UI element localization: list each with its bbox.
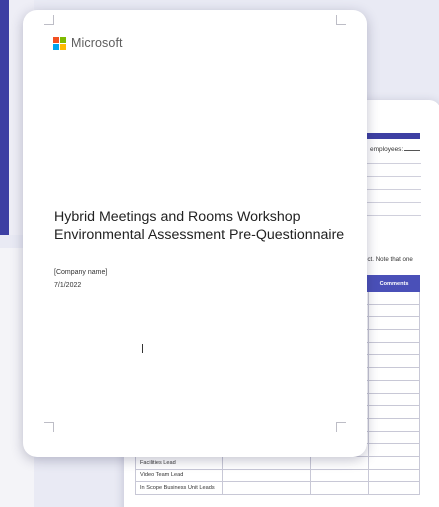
table-cell[interactable] [368,379,420,394]
document-title-line-1: Hybrid Meetings and Rooms Workshop [54,209,301,225]
table-cell[interactable] [368,392,420,407]
table-cell[interactable] [368,341,420,356]
table-cell[interactable] [310,468,370,483]
crop-mark-top-left [44,15,54,25]
instruction-note-text: ect. Note that one [364,256,413,263]
table-cell[interactable] [221,481,312,495]
logo-square-red [53,36,59,43]
document-date: 7/1/2022 [54,282,82,289]
logo-square-green [60,36,66,43]
table-cell[interactable] [368,329,420,343]
form-line [363,202,421,203]
table-cell[interactable]: Facilities Lead [135,455,223,470]
logo-square-yellow [60,43,66,50]
table-cell[interactable] [368,405,420,419]
form-line [363,215,421,216]
table-cell[interactable] [368,291,420,305]
form-line [363,189,421,190]
cover-page: Microsoft Hybrid Meetings and Rooms Work… [23,10,367,457]
company-name-placeholder[interactable]: [Company name] [54,269,107,276]
comments-header-cell: Comments [368,275,420,292]
table-cell[interactable]: In Scope Business Unit Leads [135,481,223,495]
table-cell[interactable] [310,455,370,470]
table-cell[interactable] [368,430,420,445]
table-cell[interactable] [368,417,420,432]
form-line [363,163,421,164]
text-cursor [142,344,143,353]
document-title-line-2: Environmental Assessment Pre-Questionnai… [54,227,345,243]
microsoft-logo-icon [53,36,66,50]
brand-name: Microsoft [71,36,123,50]
table-cell[interactable] [368,455,420,470]
microsoft-logo: Microsoft [53,36,123,50]
table-cell[interactable] [368,443,420,457]
crop-mark-top-right [336,15,346,25]
table-cell[interactable] [368,481,420,495]
table-cell[interactable] [221,468,312,483]
table-cell[interactable]: Video Team Lead [135,468,223,483]
table-row: Video Team Lead [135,468,420,483]
table-cell[interactable] [221,455,312,470]
form-line [363,176,421,177]
table-cell[interactable] [368,468,420,483]
logo-square-blue [53,43,59,50]
table-cell[interactable] [368,303,420,318]
employees-field-label: employees: [370,146,420,153]
table-cell[interactable] [368,367,420,381]
crop-mark-bottom-left [44,422,54,432]
table-cell[interactable] [310,481,370,495]
table-cell[interactable] [368,354,420,369]
table-row: Facilities Lead [135,455,420,470]
table-row: In Scope Business Unit Leads [135,481,420,495]
document-title: Hybrid Meetings and Rooms Workshop Envir… [54,208,354,244]
table-cell[interactable] [368,316,420,331]
crop-mark-bottom-right [336,422,346,432]
